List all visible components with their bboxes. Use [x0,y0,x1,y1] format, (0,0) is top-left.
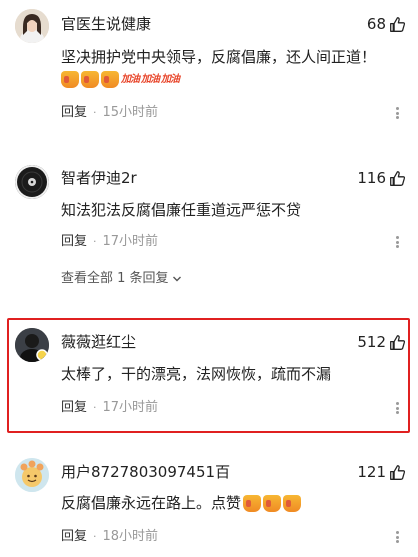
comment-text: 坚决拥护党中央领导，反腐倡廉，还人间正道！ [61,48,377,66]
comment-meta: 回复 · 17小时前 [61,399,158,417]
timestamp: 15小时前 [102,105,159,120]
thumbs-up-emoji-icon [263,494,282,512]
comment-item: 官医生说健康 68 坚决拥护党中央领导，反腐倡廉，还人间正道！ 加油 加油 加油… [0,0,418,150]
comment-author[interactable]: 官医生说健康 [61,14,151,34]
comment-meta: 回复 · 15小时前 [61,104,158,122]
thumbs-up-icon [390,170,406,186]
more-dots-icon[interactable] [390,106,404,120]
reply-button[interactable]: 回复 [61,528,87,546]
more-dots-icon[interactable] [390,530,404,544]
comment-item: 智者伊迪2r 116 知法犯法反腐倡廉任重道远严惩不贷 回复 · 17小时前 查… [0,150,418,300]
like-count: 121 [357,463,386,481]
reply-button[interactable]: 回复 [61,233,87,251]
comment-meta: 回复 · 18小时前 [61,528,158,546]
comment-text-body: 反腐倡廉永远在路上。点赞 [61,494,242,512]
thumbs-up-icon [390,16,406,32]
jiayou-sticker: 加油 [141,73,160,85]
jiayou-sticker: 加油 [161,73,180,85]
like-button[interactable]: 121 [357,462,406,482]
timestamp: 18小时前 [102,529,159,544]
like-button[interactable]: 116 [357,168,406,188]
avatar[interactable] [15,328,49,362]
separator-dot: · [93,235,97,248]
view-all-replies-link[interactable]: 查看全部 1 条回复 [61,270,182,288]
avatar[interactable] [15,458,49,492]
fist-emoji-icon [61,71,79,88]
comment-item: 薇薇逛红尘 512 太棒了，干的漂亮，法网恢恢，疏而不漏 回复 · 17小时前 [0,318,418,433]
like-button[interactable]: 512 [357,332,406,352]
comment-text: 知法犯法反腐倡廉任重道远严惩不贷 [61,201,302,219]
avatar[interactable] [15,9,49,43]
view-replies-label: 查看全部 1 条回复 [61,271,169,286]
like-count: 116 [357,169,386,187]
like-count: 68 [366,15,386,33]
timestamp: 17小时前 [102,234,159,249]
jiayou-sticker: 加油 [121,73,140,85]
comment-text: 反腐倡廉永远在路上。点赞 [61,492,404,514]
comment-author[interactable]: 智者伊迪2r [61,168,137,188]
like-button[interactable]: 68 [367,14,406,34]
thumbs-up-icon [390,464,406,480]
avatar[interactable] [15,165,49,199]
comment-author[interactable]: 用户8727803097451百 [61,462,230,482]
fist-emoji-icon [101,71,119,88]
comment-meta: 回复 · 17小时前 [61,233,158,251]
separator-dot: · [93,106,97,119]
comment-item: 用户8727803097451百 121 反腐倡廉永远在路上。点赞 回复 · 1… [0,450,418,557]
comment-author[interactable]: 薇薇逛红尘 [61,332,136,352]
reply-button[interactable]: 回复 [61,104,87,122]
reply-button[interactable]: 回复 [61,399,87,417]
separator-dot: · [93,401,97,414]
comment-text: 太棒了，干的漂亮，法网恢恢，疏而不漏 [61,365,332,383]
timestamp: 17小时前 [102,400,159,415]
thumbs-up-emoji-icon [283,494,302,512]
separator-dot: · [93,530,97,543]
fist-emoji-icon [81,71,99,88]
emoji-row: 加油 加油 加油 [61,71,180,88]
more-dots-icon[interactable] [390,235,404,249]
thumbs-up-icon [390,334,406,350]
chevron-down-icon [172,276,181,282]
more-dots-icon[interactable] [390,401,404,415]
thumbs-up-emoji-icon [243,494,262,512]
like-count: 512 [357,333,386,351]
